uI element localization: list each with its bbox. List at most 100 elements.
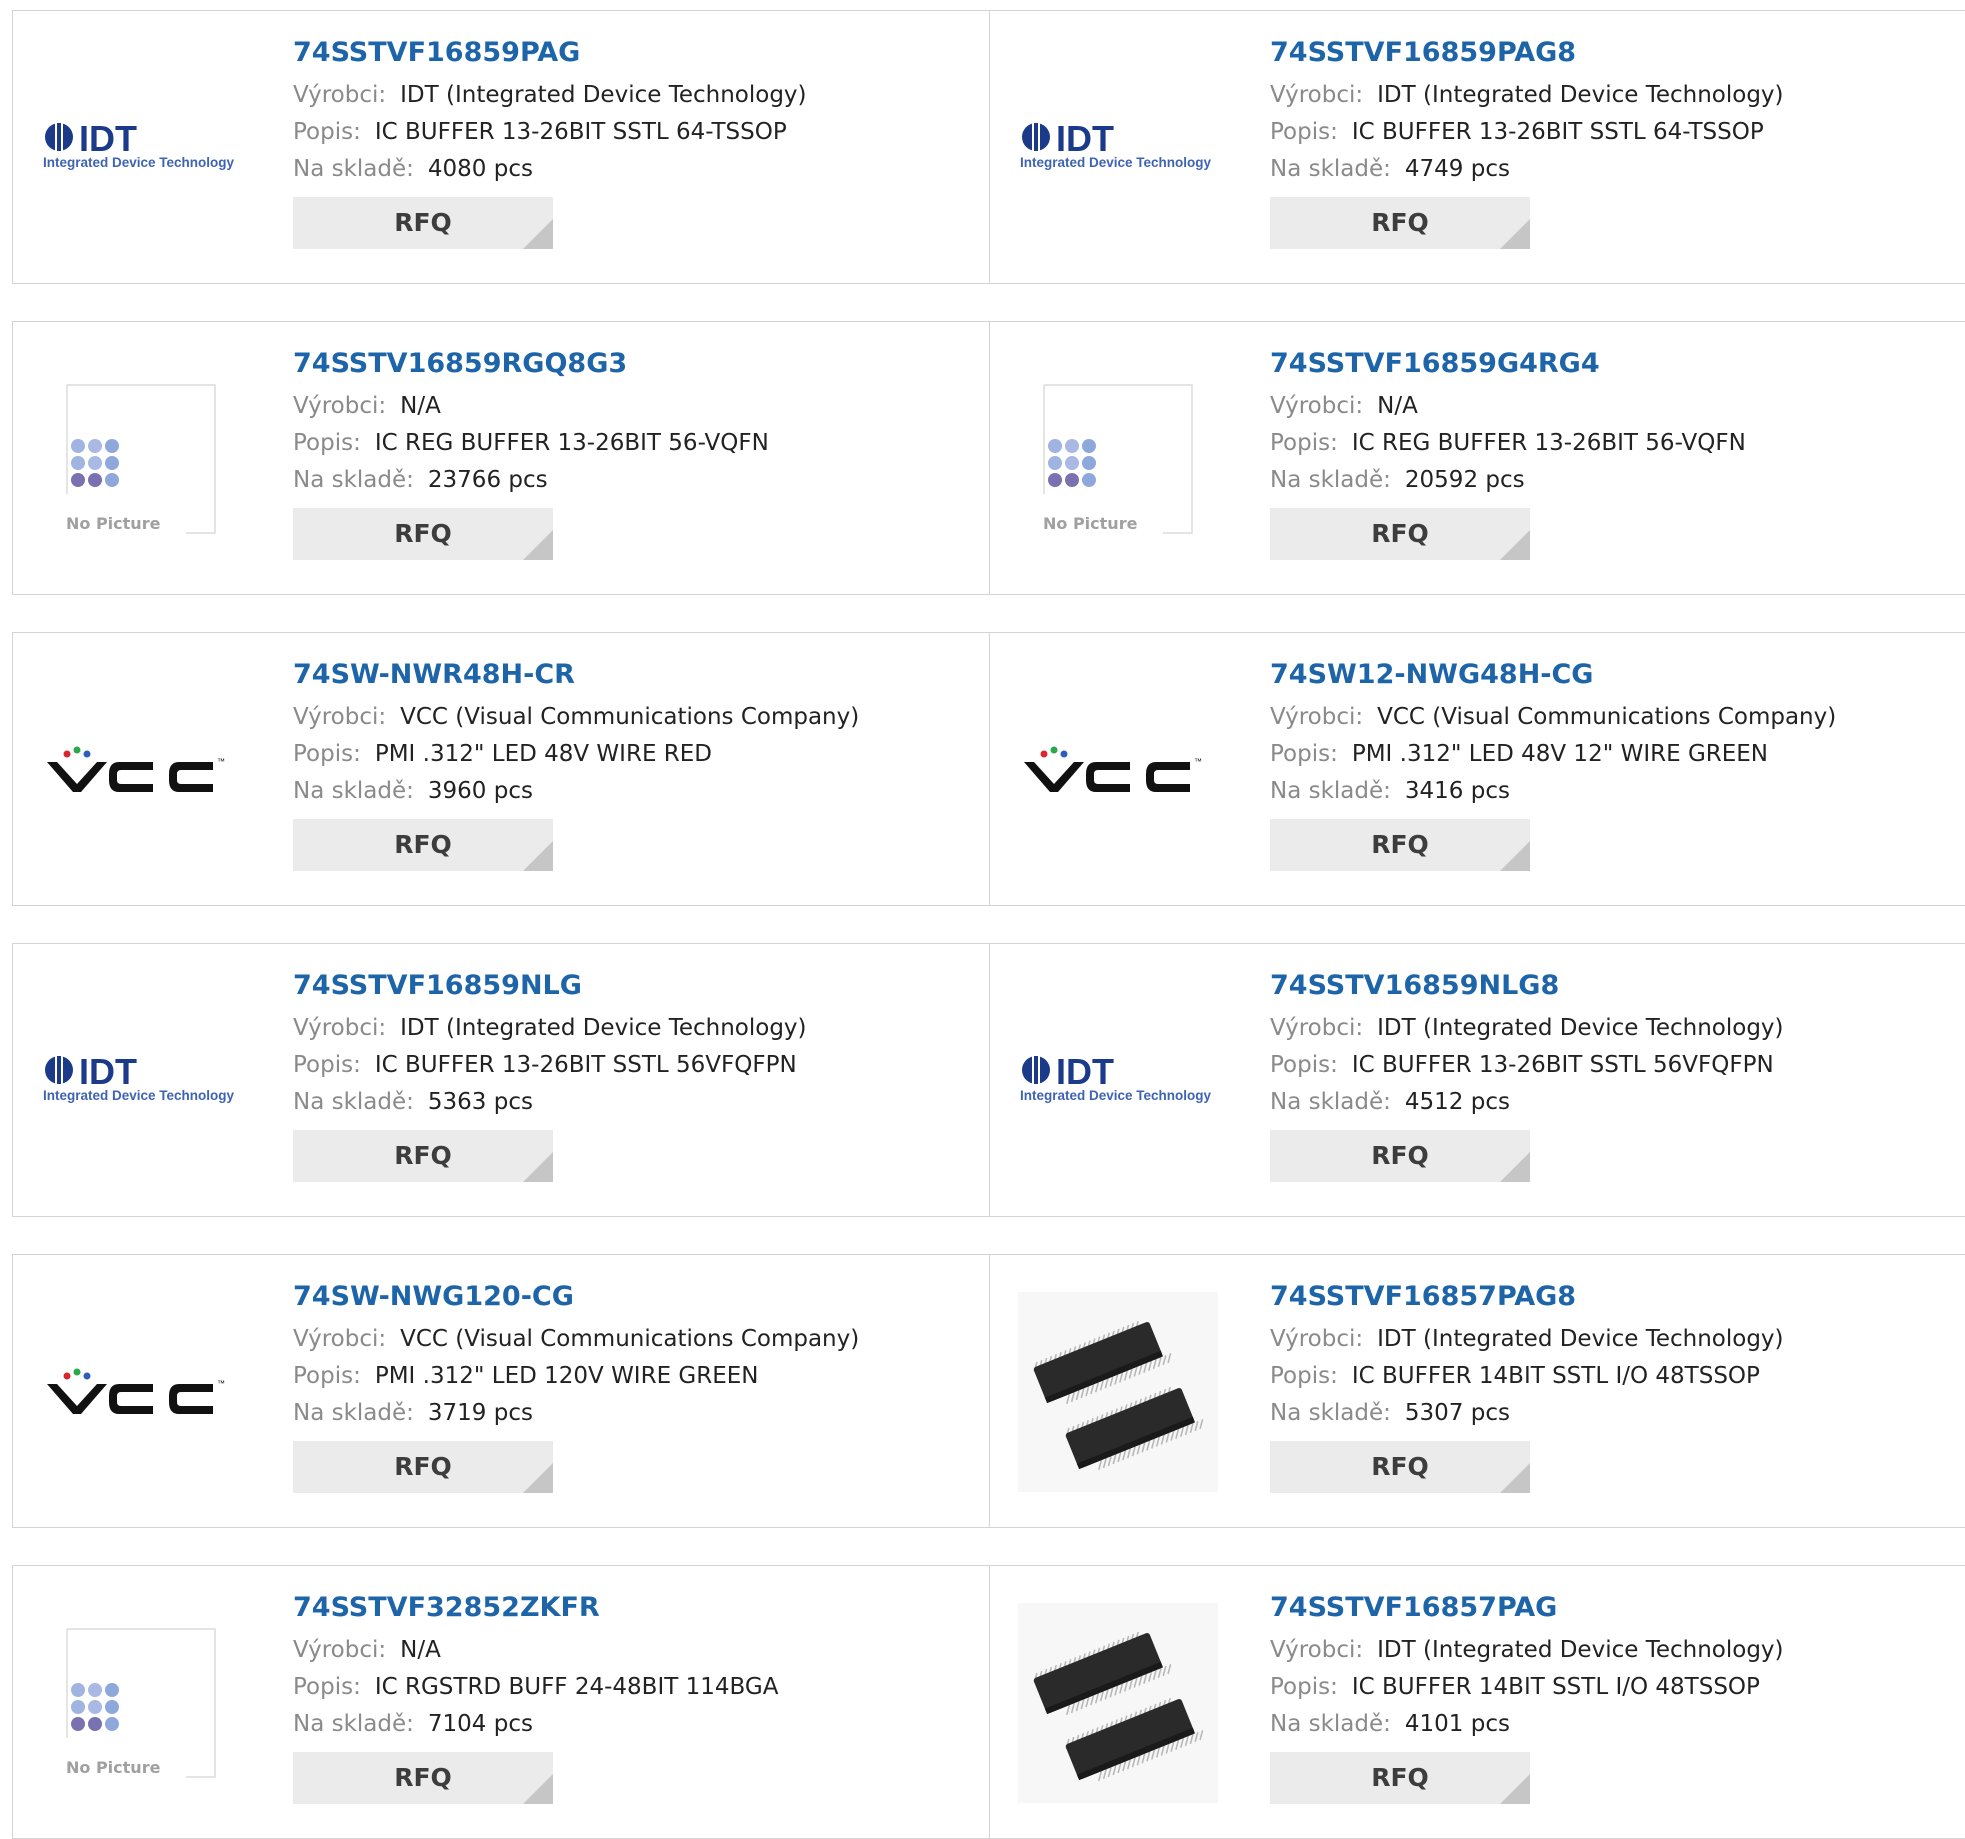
description-value: IC BUFFER 14BIT SSTL I/O 48TSSOP [1351, 1363, 1760, 1389]
product-thumbnail[interactable]: IDT Integrated Device Technology [1018, 48, 1218, 248]
part-number-link[interactable]: 74SW-NWR48H-CR [293, 657, 979, 693]
manufacturer-row: Výrobci: N/A [293, 388, 979, 425]
rfq-corner-decoration [523, 1463, 553, 1493]
idt-logo-text: IDT [1056, 118, 1114, 159]
manufacturer-label: Výrobci: [1270, 1015, 1364, 1041]
product-thumbnail[interactable] [1018, 1603, 1218, 1803]
product-row: ™ 74SW-NWG120-CG Výrobci: VCC (Visual Com… [12, 1254, 1965, 1528]
description-label: Popis: [293, 430, 361, 456]
product-thumbnail[interactable]: IDT Integrated Device Technology [41, 48, 241, 248]
product-info: 74SSTV16859RGQ8G3 Výrobci: N/A Popis: IC R… [293, 344, 979, 560]
manufacturer-value: IDT (Integrated Device Technology) [1377, 1015, 1784, 1041]
stock-value: 3416 pcs [1404, 778, 1510, 804]
product-card: 74SSTVF16857PAG8 Výrobci: IDT (Integrated… [989, 1254, 1965, 1528]
stock-label: Na skladě: [293, 156, 414, 182]
rfq-button[interactable]: RFQ [1270, 508, 1530, 560]
product-info: 74SSTVF16859PAG8 Výrobci: IDT (Integrated… [1270, 33, 1965, 249]
vcc-logo-icon: ™ [47, 1368, 225, 1414]
product-thumbnail[interactable]: ™ [41, 1292, 241, 1492]
product-info: 74SSTVF16857PAG8 Výrobci: IDT (Integrated… [1270, 1277, 1965, 1493]
product-card: No Picture 74SSTV16859RGQ8G3 Výrobci: N/A… [12, 321, 990, 595]
product-card: IDT Integrated Device Technology 74SSTVF1… [12, 943, 990, 1217]
description-row: Popis: PMI .312" LED 48V WIRE RED [293, 736, 979, 773]
manufacturer-value: IDT (Integrated Device Technology) [400, 1015, 807, 1041]
rfq-label: RFQ [394, 1452, 452, 1481]
description-label: Popis: [1270, 1363, 1338, 1389]
manufacturer-value: VCC (Visual Communications Company) [1377, 704, 1837, 730]
part-number-link[interactable]: 74SSTVF16859G4RG4 [1270, 346, 1965, 382]
idt-logo-subtext: Integrated Device Technology [43, 155, 235, 170]
product-thumbnail[interactable]: ™ [1018, 670, 1218, 870]
description-row: Popis: IC BUFFER 13-26BIT SSTL 64-TSSOP [1270, 114, 1965, 151]
rfq-button[interactable]: RFQ [1270, 1441, 1530, 1493]
description-value: IC RGSTRD BUFF 24-48BIT 114BGA [374, 1674, 779, 1700]
stock-value: 4101 pcs [1404, 1711, 1510, 1737]
rfq-button[interactable]: RFQ [1270, 197, 1530, 249]
product-row: IDT Integrated Device Technology 74SSTVF1… [12, 943, 1965, 1217]
no-picture-icon: No Picture [1043, 384, 1193, 534]
vcc-logo-icon: ™ [47, 746, 225, 792]
product-thumbnail[interactable]: No Picture [1018, 359, 1218, 559]
idt-logo-text: IDT [79, 1051, 137, 1092]
manufacturer-label: Výrobci: [293, 1637, 387, 1663]
product-thumbnail[interactable]: ™ [41, 670, 241, 870]
product-thumbnail[interactable]: IDT Integrated Device Technology [41, 981, 241, 1181]
product-thumbnail[interactable] [1018, 1292, 1218, 1492]
rfq-button[interactable]: RFQ [1270, 819, 1530, 871]
rfq-button[interactable]: RFQ [293, 1130, 553, 1182]
part-number-link[interactable]: 74SSTVF16859PAG [293, 35, 979, 71]
product-info: 74SSTVF16859PAG Výrobci: IDT (Integrated … [293, 33, 979, 249]
part-number-link[interactable]: 74SSTVF16857PAG [1270, 1590, 1965, 1626]
product-card: ™ 74SW-NWG120-CG Výrobci: VCC (Visual Com… [12, 1254, 990, 1528]
rfq-button[interactable]: RFQ [1270, 1752, 1530, 1804]
description-row: Popis: IC RGSTRD BUFF 24-48BIT 114BGA [293, 1669, 979, 1706]
description-row: Popis: IC BUFFER 13-26BIT SSTL 56VFQFPN [293, 1047, 979, 1084]
description-label: Popis: [1270, 1052, 1338, 1078]
manufacturer-value: IDT (Integrated Device Technology) [1377, 82, 1784, 108]
manufacturer-label: Výrobci: [1270, 82, 1364, 108]
manufacturer-row: Výrobci: IDT (Integrated Device Technolog… [1270, 77, 1965, 114]
rfq-button[interactable]: RFQ [293, 197, 553, 249]
part-number-link[interactable]: 74SSTVF32852ZKFR [293, 1590, 979, 1626]
rfq-button[interactable]: RFQ [293, 1441, 553, 1493]
rfq-corner-decoration [523, 1152, 553, 1182]
stock-row: Na skladě: 23766 pcs [293, 462, 979, 499]
manufacturer-row: Výrobci: IDT (Integrated Device Technolog… [293, 77, 979, 114]
manufacturer-label: Výrobci: [1270, 1637, 1364, 1663]
product-thumbnail[interactable]: IDT Integrated Device Technology [1018, 981, 1218, 1181]
product-info: 74SW12-NWG48H-CG Výrobci: VCC (Visual Com… [1270, 655, 1965, 871]
description-value: PMI .312" LED 120V WIRE GREEN [374, 1363, 759, 1389]
part-number-link[interactable]: 74SW12-NWG48H-CG [1270, 657, 1965, 693]
part-number-link[interactable]: 74SSTV16859NLG8 [1270, 968, 1965, 1004]
ic-chip-photo-icon [1018, 1292, 1218, 1492]
product-info: 74SW-NWR48H-CR Výrobci: VCC (Visual Commu… [293, 655, 979, 871]
idt-logo-text: IDT [1056, 1051, 1114, 1092]
part-number-link[interactable]: 74SSTV16859RGQ8G3 [293, 346, 979, 382]
no-picture-icon: No Picture [66, 1628, 216, 1778]
part-number-link[interactable]: 74SSTVF16859NLG [293, 968, 979, 1004]
stock-value: 3719 pcs [427, 1400, 533, 1426]
rfq-button[interactable]: RFQ [293, 508, 553, 560]
rfq-corner-decoration [1500, 1774, 1530, 1804]
part-number-link[interactable]: 74SSTVF16859PAG8 [1270, 35, 1965, 71]
rfq-button[interactable]: RFQ [1270, 1130, 1530, 1182]
stock-label: Na skladě: [293, 778, 414, 804]
manufacturer-label: Výrobci: [1270, 1326, 1364, 1352]
product-thumbnail[interactable]: No Picture [41, 1603, 241, 1803]
product-row: No Picture 74SSTVF32852ZKFR Výrobci: N/A … [12, 1565, 1965, 1839]
ic-chip-photo-icon [1018, 1603, 1218, 1803]
part-number-link[interactable]: 74SSTVF16857PAG8 [1270, 1279, 1965, 1315]
product-card: 74SSTVF16857PAG Výrobci: IDT (Integrated … [989, 1565, 1965, 1839]
stock-row: Na skladě: 4101 pcs [1270, 1706, 1965, 1743]
description-label: Popis: [1270, 741, 1338, 767]
manufacturer-value: N/A [400, 1637, 441, 1663]
description-value: PMI .312" LED 48V 12" WIRE GREEN [1351, 741, 1769, 767]
idt-logo-icon: IDTIntegrated Device Technology [1020, 1051, 1212, 1103]
product-info: 74SSTVF16857PAG Výrobci: IDT (Integrated … [1270, 1588, 1965, 1804]
part-number-link[interactable]: 74SW-NWG120-CG [293, 1279, 979, 1315]
manufacturer-value: VCC (Visual Communications Company) [400, 1326, 860, 1352]
product-card: IDT Integrated Device Technology 74SSTVF1… [989, 10, 1965, 284]
product-thumbnail[interactable]: No Picture [41, 359, 241, 559]
rfq-button[interactable]: RFQ [293, 819, 553, 871]
rfq-button[interactable]: RFQ [293, 1752, 553, 1804]
